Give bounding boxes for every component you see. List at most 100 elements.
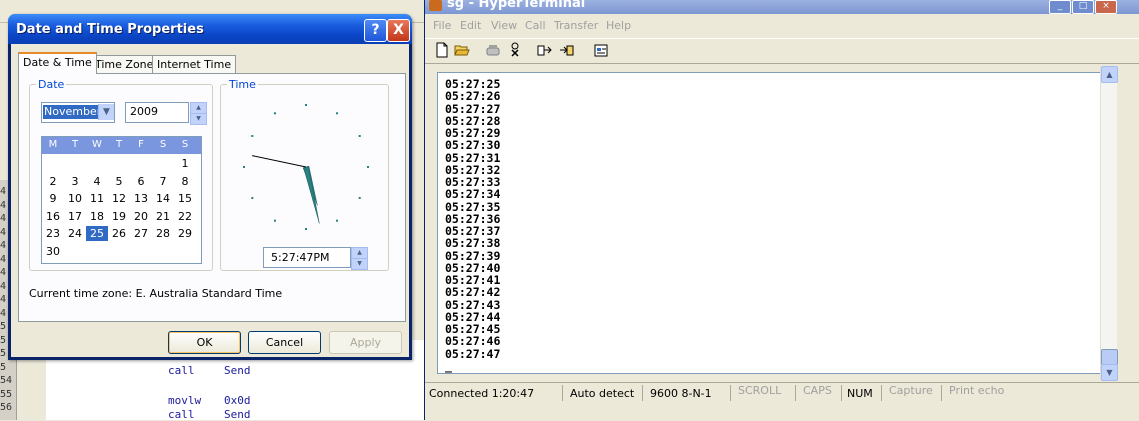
- send-file-icon[interactable]: [537, 42, 553, 58]
- dialog-title: Date and Time Properties: [16, 22, 204, 37]
- vertical-scrollbar[interactable]: ▲ ▼: [1100, 66, 1118, 381]
- menu-view[interactable]: View: [491, 19, 517, 32]
- time-value: 5:27:47PM: [271, 251, 330, 264]
- dialog-titlebar[interactable]: Date and Time Properties ? X: [8, 14, 412, 44]
- calendar-day[interactable]: 18: [86, 209, 108, 224]
- scroll-up-icon[interactable]: ▲: [1101, 66, 1118, 83]
- calendar-day[interactable]: 29: [174, 226, 196, 241]
- weekday-label: W: [92, 139, 102, 150]
- scroll-down-icon[interactable]: ▼: [1101, 364, 1118, 381]
- close-button[interactable]: X: [387, 19, 410, 42]
- calendar-day[interactable]: 7: [152, 174, 174, 189]
- time-spinner[interactable]: ▲ ▼: [351, 247, 368, 270]
- menu-edit[interactable]: Edit: [460, 19, 481, 32]
- clock-minute-hand: [303, 166, 320, 224]
- calendar-day[interactable]: 19: [108, 209, 130, 224]
- status-divider: [562, 385, 563, 401]
- menu-help[interactable]: Help: [606, 19, 631, 32]
- receive-file-icon[interactable]: [559, 42, 575, 58]
- clock-tick: [367, 166, 369, 168]
- calendar-day[interactable]: 20: [130, 209, 152, 224]
- spin-down-icon[interactable]: ▼: [351, 258, 368, 270]
- calendar-day[interactable]: 6: [130, 174, 152, 189]
- status-divider: [841, 385, 842, 401]
- calendar-day[interactable]: 28: [152, 226, 174, 241]
- line-number: 54: [0, 375, 13, 386]
- terminal-line: 05:27:30: [445, 138, 501, 153]
- calendar-day[interactable]: 23: [42, 226, 64, 241]
- calendar-weekday-header: MTWTFSS: [42, 137, 201, 154]
- year-field[interactable]: 2009: [125, 102, 189, 123]
- new-connection-icon[interactable]: [434, 42, 450, 58]
- code-line: movlw: [168, 394, 202, 407]
- open-folder-icon[interactable]: [454, 42, 470, 58]
- hyperterminal-titlebar[interactable]: sg - HyperTerminal _ □ ×: [425, 0, 1139, 14]
- calendar-day[interactable]: 1: [174, 156, 196, 171]
- ok-button[interactable]: OK: [168, 331, 241, 354]
- year-spinner[interactable]: ▲ ▼: [190, 102, 207, 125]
- calendar-day[interactable]: 30: [42, 244, 64, 259]
- calendar-day[interactable]: 17: [64, 209, 86, 224]
- calendar-day[interactable]: 3: [64, 174, 86, 189]
- menu-call[interactable]: Call: [525, 19, 546, 32]
- calendar-day[interactable]: 11: [86, 191, 108, 206]
- calendar-day[interactable]: 27: [130, 226, 152, 241]
- properties-icon[interactable]: [593, 42, 609, 58]
- calendar-day[interactable]: 5: [108, 174, 130, 189]
- month-calendar[interactable]: MTWTFSS 1 2 3 4 5 6 7 8 9 10 11 12 13 14 15 16 17 18 19 20 2…: [41, 136, 202, 264]
- scrollbar-thumb[interactable]: [1101, 349, 1118, 365]
- calendar-day[interactable]: 14: [152, 191, 174, 206]
- cancel-button[interactable]: Cancel: [248, 331, 321, 354]
- spin-down-icon[interactable]: ▼: [190, 113, 207, 125]
- terminal-line: 05:27:39: [445, 248, 501, 263]
- terminal-line: 05:27:43: [445, 297, 501, 312]
- clock-tick: [358, 135, 361, 137]
- calendar-day[interactable]: 8: [174, 174, 196, 189]
- help-button[interactable]: ?: [364, 19, 387, 42]
- weekday-label: S: [181, 139, 189, 150]
- terminal-output[interactable]: 05:27:25 05:27:26 05:27:27 05:27:28 05:27:29…: [437, 72, 1103, 374]
- clock-tick: [336, 219, 338, 222]
- minimize-icon[interactable]: _: [1049, 0, 1071, 14]
- status-divider: [941, 385, 942, 401]
- time-field[interactable]: 5:27:47PM: [263, 247, 351, 268]
- month-value: November: [43, 105, 103, 119]
- disconnect-icon[interactable]: [507, 42, 523, 58]
- weekday-label: T: [71, 139, 79, 150]
- current-time-zone-label: Current time zone: E. Australia Standard…: [29, 287, 283, 300]
- calendar-day[interactable]: 26: [108, 226, 130, 241]
- apply-button[interactable]: Apply: [329, 331, 402, 354]
- clock-tick: [274, 112, 276, 115]
- terminal-line: 05:27:46: [445, 334, 501, 349]
- calendar-day[interactable]: 2: [42, 174, 64, 189]
- maximize-icon[interactable]: □: [1072, 0, 1094, 14]
- close-icon[interactable]: ×: [1095, 0, 1117, 14]
- calendar-day[interactable]: 13: [130, 191, 152, 206]
- status-connected: Connected 1:20:47: [429, 387, 535, 400]
- month-dropdown[interactable]: November ▼: [41, 102, 115, 123]
- chevron-down-icon[interactable]: ▼: [98, 104, 114, 120]
- line-number: 55: [0, 388, 13, 400]
- tab-time-zone[interactable]: Time Zone: [90, 55, 159, 74]
- call-icon[interactable]: [485, 42, 501, 58]
- tab-internet-time[interactable]: Internet Time: [152, 55, 237, 74]
- calendar-day[interactable]: 16: [42, 209, 64, 224]
- calendar-day[interactable]: 21: [152, 209, 174, 224]
- date-group: Date November ▼ 2009 ▲ ▼ MTWTFSS 1234567…: [29, 78, 213, 271]
- calendar-day[interactable]: 15: [174, 191, 196, 206]
- menu-file[interactable]: File: [433, 19, 451, 32]
- status-num: NUM: [847, 387, 873, 400]
- calendar-day[interactable]: 24: [64, 226, 86, 241]
- calendar-day[interactable]: 10: [64, 191, 86, 206]
- calendar-day[interactable]: 22: [174, 209, 196, 224]
- menu-transfer[interactable]: Transfer: [554, 19, 598, 32]
- tab-date-time[interactable]: Date & Time: [18, 52, 97, 74]
- calendar-day-selected[interactable]: 25: [86, 226, 108, 241]
- line-number: 5: [0, 361, 7, 373]
- calendar-day[interactable]: 4: [86, 174, 108, 189]
- clock-tick: [243, 166, 245, 168]
- clock-tick: [251, 135, 254, 137]
- clock-second-hand: [252, 155, 307, 168]
- calendar-day[interactable]: 9: [42, 191, 64, 206]
- calendar-day[interactable]: 12: [108, 191, 130, 206]
